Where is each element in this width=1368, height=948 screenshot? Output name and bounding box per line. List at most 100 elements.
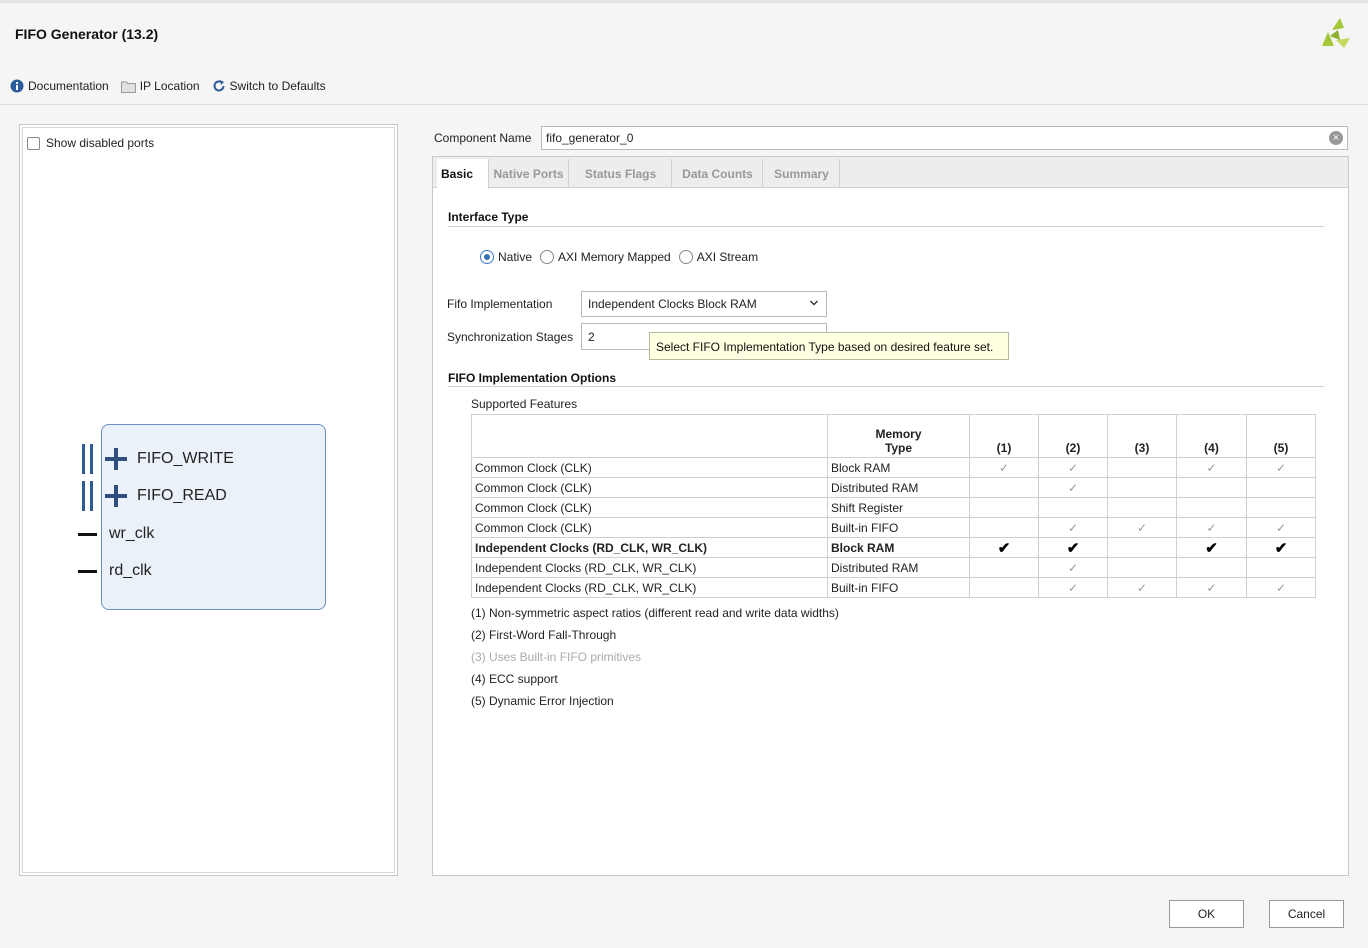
table-cell-memory: Block RAM [827, 457, 970, 478]
note-3: (3) Uses Built-in FIFO primitives [471, 650, 642, 664]
table-header-4: (4) [1176, 414, 1247, 458]
table-cell-memory: Distributed RAM [827, 557, 970, 578]
table-cell-check: ✓ [1038, 477, 1108, 498]
tab-summary[interactable]: Summary [764, 159, 840, 188]
table-header-memory-line2: Type [884, 441, 913, 455]
documentation-button[interactable]: Documentation [10, 79, 109, 93]
top-border [0, 0, 1368, 3]
table-cell-check [1176, 497, 1247, 518]
impl-options-title: FIFO Implementation Options [448, 371, 616, 385]
table-cell-check: ✔ [969, 537, 1039, 558]
table-cell-check [969, 557, 1039, 578]
fifo-write-port: FIFO_WRITE [137, 450, 234, 467]
tab-status-flags[interactable]: Status Flags [570, 159, 672, 188]
table-cell-clock: Common Clock (CLK) [471, 457, 828, 478]
refresh-icon [213, 80, 225, 92]
fifo-read-port: FIFO_READ [137, 487, 227, 504]
wr-clk-pin [78, 533, 97, 536]
table-cell-check: ✓ [1176, 577, 1247, 598]
show-disabled-ports-label: Show disabled ports [46, 136, 155, 150]
table-row: Common Clock (CLK) Block RAM ✓ ✓ ✓ ✓ [471, 457, 1316, 478]
radio-axi-memory-mapped[interactable] [540, 250, 555, 264]
radio-native[interactable] [480, 250, 494, 264]
sync-stages-label: Synchronization Stages [447, 330, 574, 344]
table-header-memory-type: Memory Type [827, 414, 970, 458]
tooltip: Select FIFO Implementation Type based on… [649, 332, 1009, 360]
table-cell-check: ✔ [1038, 537, 1108, 558]
table-row: Independent Clocks (RD_CLK, WR_CLK) Buil… [471, 577, 1316, 598]
table-cell-memory: Built-in FIFO [827, 517, 970, 538]
table-header-clock [471, 414, 828, 458]
table-cell-check [969, 517, 1039, 538]
ok-button[interactable]: OK [1169, 900, 1244, 928]
tab-data-counts[interactable]: Data Counts [673, 159, 763, 188]
rd-clk-port: rd_clk [109, 562, 152, 579]
table-cell-check: ✓ [1038, 577, 1108, 598]
component-name-input[interactable] [541, 126, 1348, 150]
table-cell-clock: Independent Clocks (RD_CLK, WR_CLK) [471, 537, 828, 558]
fifo-read-expand-icon[interactable] [105, 485, 127, 507]
table-cell-check: ✓ [1038, 517, 1108, 538]
table-cell-check [1038, 497, 1108, 518]
note-5: (5) Dynamic Error Injection [471, 694, 614, 708]
table-cell-check [1107, 557, 1177, 578]
fifo-write-bus-bar [82, 444, 85, 474]
show-disabled-ports-checkbox[interactable] [27, 136, 40, 150]
table-header-3: (3) [1107, 414, 1177, 458]
table-cell-check: ✓ [1246, 517, 1316, 538]
config-panel: Basic Native Ports Status Flags Data Cou… [432, 156, 1349, 876]
tab-basic[interactable]: Basic [437, 159, 489, 189]
switch-defaults-button[interactable]: Switch to Defaults [212, 79, 326, 93]
chevron-down-icon [810, 300, 818, 306]
xilinx-logo [1322, 18, 1350, 48]
component-name-label: Component Name [434, 131, 532, 145]
cancel-button[interactable]: Cancel [1269, 900, 1344, 928]
interface-type-radios: Native AXI Memory Mapped AXI Stream [480, 250, 766, 264]
documentation-label: Documentation [28, 79, 109, 93]
table-cell-check: ✓ [1107, 517, 1177, 538]
tab-native-ports[interactable]: Native Ports [489, 159, 569, 188]
fifo-read-bus-bar [82, 481, 85, 511]
symbol-panel: Show disabled ports FIFO_WRITE FIFO_READ… [19, 124, 398, 876]
table-cell-check [1107, 497, 1177, 518]
clear-icon[interactable]: × [1329, 131, 1343, 145]
table-cell-check [1107, 457, 1177, 478]
symbol-canvas: Show disabled ports FIFO_WRITE FIFO_READ… [22, 127, 395, 873]
table-cell-memory: Distributed RAM [827, 477, 970, 498]
radio-axi-stream[interactable] [678, 250, 693, 264]
ip-location-button[interactable]: IP Location [120, 79, 200, 93]
table-cell-clock: Independent Clocks (RD_CLK, WR_CLK) [471, 577, 828, 598]
table-header-5: (5) [1246, 414, 1316, 458]
table-row: Common Clock (CLK) Shift Register [471, 497, 1316, 518]
fifo-read-bus-bar-2 [90, 481, 93, 511]
switch-defaults-label: Switch to Defaults [229, 79, 326, 93]
wr-clk-port: wr_clk [109, 525, 155, 542]
table-cell-check [1246, 557, 1316, 578]
table-cell-check: ✓ [1038, 457, 1108, 478]
table-cell-check: ✓ [1107, 577, 1177, 598]
fifo-implementation-value: Independent Clocks Block RAM [588, 297, 757, 311]
table-header-2: (2) [1038, 414, 1108, 458]
show-disabled-ports-row[interactable]: Show disabled ports [27, 136, 154, 150]
table-header-memory-line1: Memory [875, 427, 922, 441]
table-cell-check: ✔ [1246, 537, 1316, 558]
table-cell-clock: Common Clock (CLK) [471, 477, 828, 498]
fifo-implementation-select[interactable]: Independent Clocks Block RAM [581, 291, 827, 317]
table-cell-check [1176, 557, 1247, 578]
table-cell-memory: Built-in FIFO [827, 577, 970, 598]
table-cell-check: ✓ [1246, 577, 1316, 598]
table-cell-check: ✓ [1038, 557, 1108, 578]
fifo-write-expand-icon[interactable] [105, 448, 127, 470]
table-header-1: (1) [969, 414, 1039, 458]
toolbar: Documentation IP Location Switch to Defa… [10, 78, 338, 94]
table-cell-check [1246, 477, 1316, 498]
table-row-selected: Independent Clocks (RD_CLK, WR_CLK) Bloc… [471, 537, 1316, 558]
radio-axi-memory-mapped-label: AXI Memory Mapped [558, 250, 671, 264]
table-cell-check [1246, 497, 1316, 518]
table-cell-memory: Shift Register [827, 497, 970, 518]
table-cell-clock: Common Clock (CLK) [471, 517, 828, 538]
table-cell-check [969, 577, 1039, 598]
table-cell-check [969, 477, 1039, 498]
note-1: (1) Non-symmetric aspect ratios (differe… [471, 606, 839, 620]
table-cell-memory: Block RAM [827, 537, 970, 558]
